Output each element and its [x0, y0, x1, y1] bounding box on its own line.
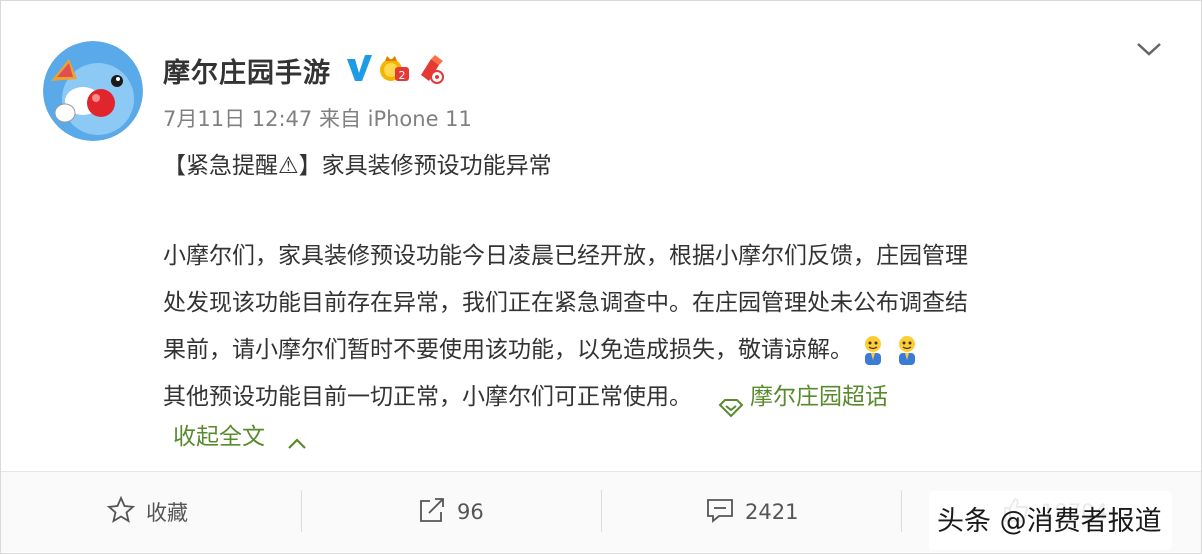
comment-button[interactable]: 2421	[705, 472, 798, 552]
favorite-label: 收藏	[146, 501, 188, 525]
body-line: 果前，请小摩尔们暂时不要使用该功能，以免造成损失，敬请谅解。	[163, 327, 1163, 374]
body-line-text: 其他预设功能目前一切正常，小摩尔们可正常使用。	[163, 384, 692, 410]
chevron-down-icon[interactable]	[1135, 39, 1163, 59]
svg-text:2: 2	[399, 69, 406, 82]
author-name[interactable]: 摩尔庄园手游	[163, 51, 331, 90]
post-headline: 【紧急提醒⚠】家具装修预设功能异常	[163, 153, 552, 179]
pray-emoji-icon	[859, 334, 887, 368]
action-separator	[901, 490, 902, 532]
comment-bubble-icon	[705, 495, 735, 530]
post-meta: 7月11日 12:47 来自 iPhone 11	[163, 107, 472, 131]
body-line: 处发现该功能目前存在异常，我们正在紧急调查中。在庄园管理处未公布调查结	[163, 290, 968, 316]
body-line: 其他预设功能目前一切正常，小摩尔们可正常使用。 摩尔庄园超话	[163, 374, 1163, 421]
level-medal-icon: 2	[377, 55, 411, 85]
author-avatar[interactable]	[43, 41, 143, 141]
weibo-post-card: 摩尔庄园手游 2 7月11日 12:47 来自 iPhone 11 【紧急提醒⚠	[0, 0, 1202, 554]
chevron-up-icon	[286, 431, 308, 449]
body-line: 小摩尔们，家具装修预设功能今日凌晨已经开放，根据小摩尔们反馈，庄园管理	[163, 243, 968, 269]
action-separator	[301, 490, 302, 532]
collapse-label: 收起全文	[173, 424, 265, 450]
pray-emoji-icon	[893, 334, 921, 368]
toutiao-watermark: 头条 @消费者报道	[929, 491, 1172, 550]
post-body: 小摩尔们，家具装修预设功能今日凌晨已经开放，根据小摩尔们反馈，庄园管理 处发现该…	[163, 233, 1163, 421]
favorite-button[interactable]: 收藏	[106, 472, 188, 552]
body-line-text: 果前，请小摩尔们暂时不要使用该功能，以免造成损失，敬请谅解。	[163, 337, 853, 363]
supertopic-link[interactable]: 摩尔庄园超话	[750, 384, 888, 410]
action-separator	[601, 490, 602, 532]
collapse-full-text-button[interactable]: 收起全文	[173, 417, 308, 451]
star-icon	[106, 495, 136, 530]
repost-button[interactable]: 96	[417, 472, 484, 552]
share-arrow-icon	[417, 495, 447, 530]
supertopic-diamond-icon	[718, 388, 744, 417]
repost-count: 96	[457, 500, 484, 524]
comment-count: 2421	[745, 500, 799, 524]
fan-badge-icon	[417, 55, 447, 85]
verified-v-icon	[344, 51, 374, 85]
